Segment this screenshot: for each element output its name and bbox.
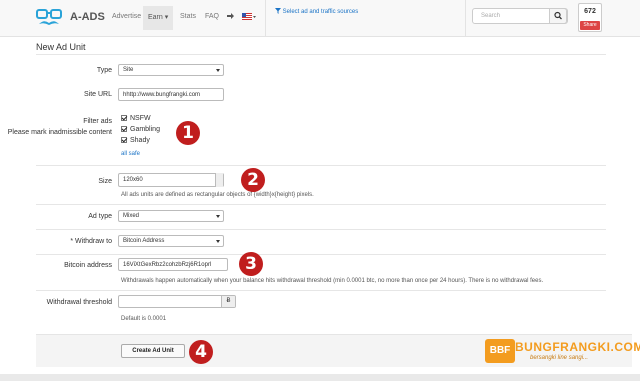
gambling-checkbox[interactable]: Gambling — [121, 126, 160, 133]
form-actions-footer: Create Ad Unit 4 BBF BUNGFRANGKI.COM ber… — [36, 334, 640, 367]
sign-in-icon[interactable] — [227, 12, 235, 20]
withdraw-to-value: Bitcoin Address — [123, 238, 165, 244]
nav-faq[interactable]: FAQ — [205, 13, 219, 20]
page-title: New Ad Unit — [36, 42, 86, 52]
threshold-help-text: Default is 0.0001 — [121, 316, 167, 322]
ad-type-label: Ad type — [88, 213, 112, 220]
title-divider — [36, 54, 606, 55]
ad-sources-label: Select ad and traffic sources — [282, 9, 359, 15]
nav-divider — [465, 0, 466, 37]
section-divider — [36, 229, 606, 230]
shady-checkbox[interactable]: Shady — [121, 137, 150, 144]
section-divider — [36, 254, 606, 255]
nav-stats[interactable]: Stats — [180, 13, 196, 20]
share-label: Share — [583, 22, 597, 28]
shady-label: Shady — [130, 137, 150, 144]
section-divider — [36, 165, 606, 166]
chevron-down-icon — [216, 69, 220, 72]
create-ad-unit-button[interactable]: Create Ad Unit — [121, 344, 185, 358]
checkbox-checked-icon — [121, 115, 127, 121]
ad-type-select[interactable]: Mixed — [118, 210, 224, 222]
nsfw-checkbox[interactable]: NSFW — [121, 115, 151, 122]
search-placeholder: Search — [481, 13, 501, 19]
all-safe-link[interactable]: all safe — [121, 151, 140, 157]
nsfw-label: NSFW — [130, 115, 151, 122]
us-flag-language-icon[interactable] — [242, 13, 256, 20]
checkbox-checked-icon — [121, 126, 127, 132]
withdraw-to-select[interactable]: Bitcoin Address — [118, 235, 224, 247]
section-divider — [36, 290, 606, 291]
site-url-label: Site URL — [83, 91, 112, 98]
filter-icon — [275, 8, 281, 14]
nav-earn-dropdown[interactable]: Earn ▾ — [143, 6, 173, 30]
chevron-down-icon — [216, 240, 220, 243]
bitcoin-address-help-text: Withdrawals happen automatically when yo… — [121, 278, 544, 284]
type-select[interactable]: Site — [118, 64, 224, 76]
brand-name[interactable]: A-ADS — [70, 11, 105, 23]
annotation-badge-2: 2 — [241, 168, 265, 192]
search-button[interactable] — [549, 8, 567, 24]
withdraw-to-label: * Withdraw to — [70, 238, 112, 245]
bitcoin-address-input[interactable]: 16ViXtGexRbz2cohzbRzj6R1oprl — [118, 258, 228, 271]
share-button[interactable]: Share — [580, 21, 600, 30]
watermark-text: BUNGFRANGKI.COM — [515, 340, 640, 354]
aads-logo-icon[interactable] — [36, 8, 62, 28]
checkbox-checked-icon — [121, 137, 127, 143]
watermark-subtext: bersangki line sangi... — [530, 355, 589, 361]
bitcoin-currency-addon: Ƀ — [221, 296, 235, 307]
annotation-badge-4: 4 — [189, 340, 213, 364]
ad-type-value: Mixed — [123, 213, 140, 219]
size-help-text: All ads units are defined as rectangular… — [121, 192, 314, 198]
site-url-input[interactable]: hhttp://www.bungfrangki.com — [118, 88, 224, 101]
gambling-label: Gambling — [130, 126, 160, 133]
search-input[interactable]: Search — [472, 8, 568, 24]
size-value: 120x60 — [123, 177, 143, 183]
share-widget[interactable]: 672 Share — [578, 3, 602, 32]
search-icon — [554, 11, 562, 20]
share-count: 672 — [584, 8, 596, 15]
bottom-bar — [0, 374, 640, 381]
filter-ads-label: Filter ads — [83, 118, 112, 125]
section-divider — [36, 204, 606, 205]
bitcoin-address-value: 16ViXtGexRbz2cohzbRzj6R1oprl — [123, 262, 212, 268]
annotation-badge-1: 1 — [176, 121, 200, 145]
filter-ads-note: Please mark inadmissible content — [7, 129, 112, 136]
watermark-logo: BBF — [485, 339, 515, 363]
site-url-value: hhttp://www.bungfrangki.com — [123, 92, 201, 98]
type-value: Site — [123, 67, 134, 73]
bitcoin-address-label: Bitcoin address — [64, 262, 112, 269]
nav-advertise[interactable]: Advertise — [112, 13, 141, 20]
withdrawal-threshold-input[interactable]: Ƀ — [118, 295, 236, 308]
size-label: Size — [98, 178, 112, 185]
type-label: Type — [96, 67, 112, 74]
size-select[interactable]: 120x60 — [118, 173, 224, 187]
annotation-badge-3: 3 — [239, 252, 263, 276]
withdrawal-threshold-label: Withdrawal threshold — [46, 299, 112, 306]
ad-sources-link[interactable]: Select ad and traffic sources — [275, 8, 358, 15]
chevron-down-icon — [216, 215, 220, 218]
nav-divider — [265, 0, 266, 37]
top-navbar: A-ADS Advertise Earn ▾ Stats FAQ Select … — [0, 0, 640, 37]
size-scroll-button[interactable] — [215, 173, 223, 187]
